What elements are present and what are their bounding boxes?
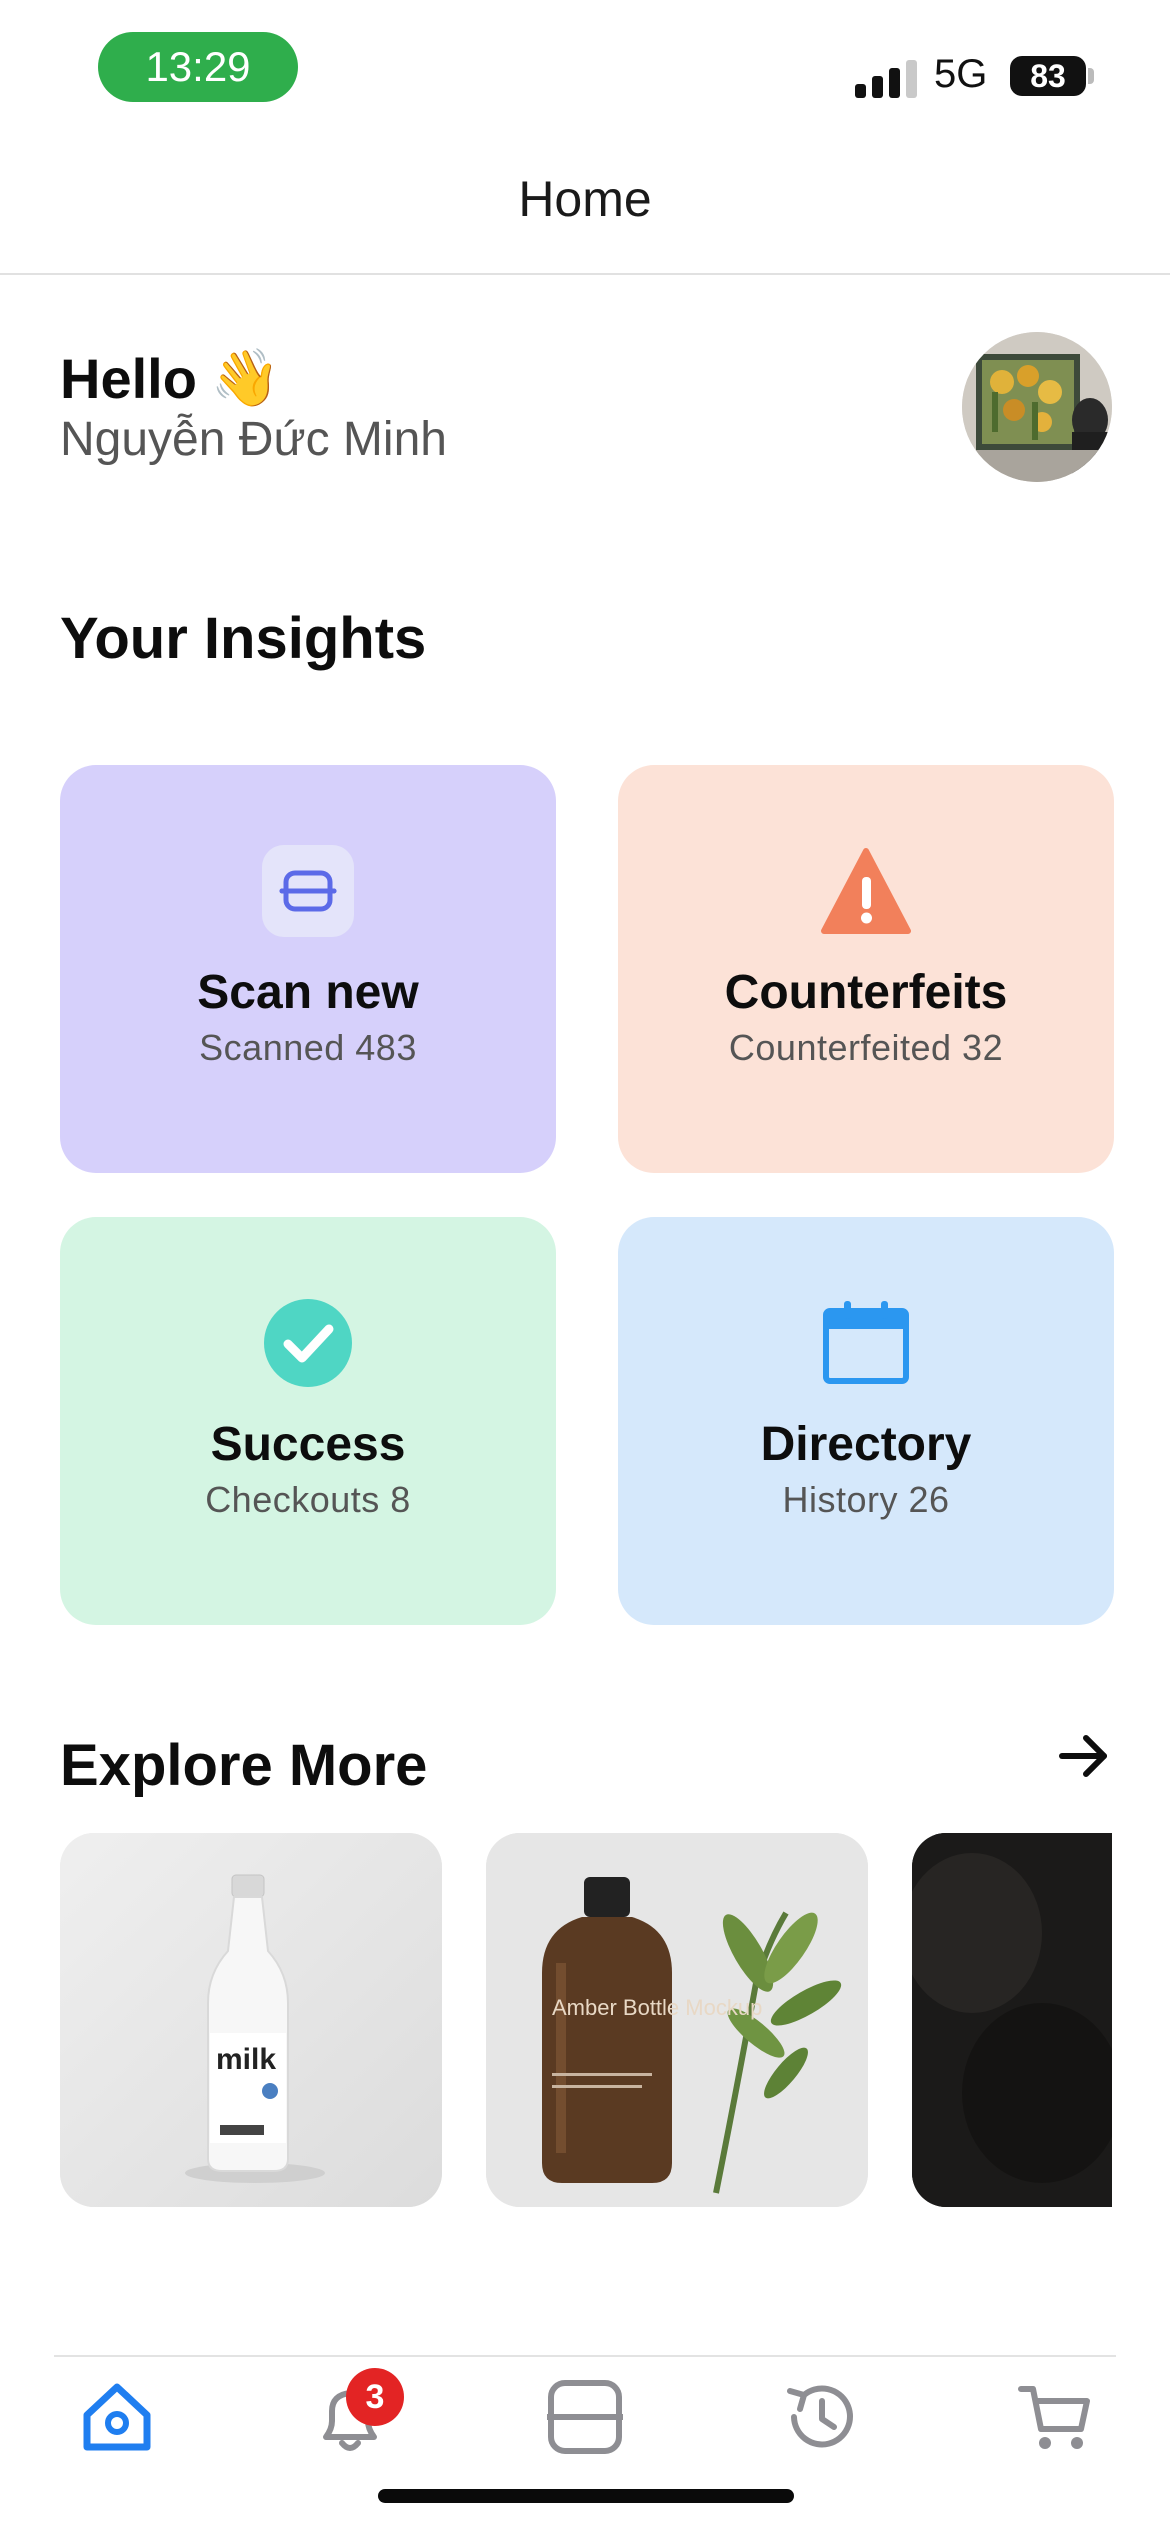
milk-bottle-image[interactable]: milk [60, 1833, 442, 2207]
battery-icon: 83 [1010, 56, 1086, 96]
page-title: Home [518, 171, 652, 227]
card-subtitle: Scanned 483 [199, 1027, 417, 1068]
card-subtitle: History 26 [782, 1479, 950, 1520]
warning-icon [820, 845, 912, 937]
waving-hand-emoji: 👋 [210, 346, 281, 409]
status-time: 13:29 [98, 32, 298, 102]
user-name: Nguyễn Đức Minh [60, 413, 447, 466]
explore-title: Explore More [60, 1733, 428, 1798]
counterfeits-card[interactable]: Counterfeits Counterfeited 32 [618, 765, 1114, 1173]
avatar-photo [962, 332, 1112, 482]
cart-icon [1018, 2386, 1090, 2449]
hello-text: Hello [60, 346, 197, 410]
card-subtitle: Checkouts 8 [205, 1479, 411, 1520]
tab-cart[interactable] [1010, 2372, 1100, 2462]
check-circle-icon [262, 1297, 354, 1389]
tab-history[interactable] [775, 2372, 865, 2462]
calendar-icon [820, 1297, 912, 1389]
card-title: Success [210, 1418, 406, 1471]
network-type: 5G [934, 52, 988, 96]
avatar[interactable] [962, 332, 1112, 482]
directory-card[interactable]: Directory History 26 [618, 1217, 1114, 1625]
cellular-signal-icon [855, 58, 917, 98]
scan-icon [262, 845, 354, 937]
card-title: Scan new [197, 966, 419, 1019]
milk-bottle-illustration: milk [60, 1833, 442, 2207]
tabbar-divider [54, 2355, 1116, 2357]
card-title: Counterfeits [724, 966, 1008, 1019]
scan-icon [547, 2380, 623, 2454]
amber-bottle-image[interactable]: Amber Bottle Mockup [486, 1833, 868, 2207]
bottle-label: Amber Bottle Mockup [552, 1995, 762, 2020]
home-icon [83, 2383, 151, 2451]
arrow-right-icon[interactable] [1056, 1728, 1112, 1784]
header-divider [0, 273, 1170, 275]
amber-bottle-illustration: Amber Bottle Mockup [486, 1833, 868, 2207]
dark-product-image[interactable] [912, 1833, 1112, 2207]
greeting-hello: Hello 👋 [60, 345, 281, 411]
tab-scan[interactable] [540, 2372, 630, 2462]
bottle-label: milk [216, 2043, 276, 2076]
insights-title: Your Insights [60, 606, 427, 671]
dark-product-illustration [912, 1833, 1112, 2207]
tab-home[interactable] [72, 2372, 162, 2462]
card-subtitle: Counterfeited 32 [728, 1027, 1004, 1068]
success-card[interactable]: Success Checkouts 8 [60, 1217, 556, 1625]
scan-new-card[interactable]: Scan new Scanned 483 [60, 765, 556, 1173]
status-bar: 13:29 5G 83 [0, 0, 1170, 140]
history-icon [787, 2385, 853, 2448]
home-indicator[interactable] [378, 2489, 794, 2503]
card-title: Directory [760, 1418, 972, 1471]
battery-tip [1088, 68, 1094, 84]
battery-level: 83 [1030, 57, 1066, 94]
notification-badge: 3 [346, 2368, 404, 2426]
